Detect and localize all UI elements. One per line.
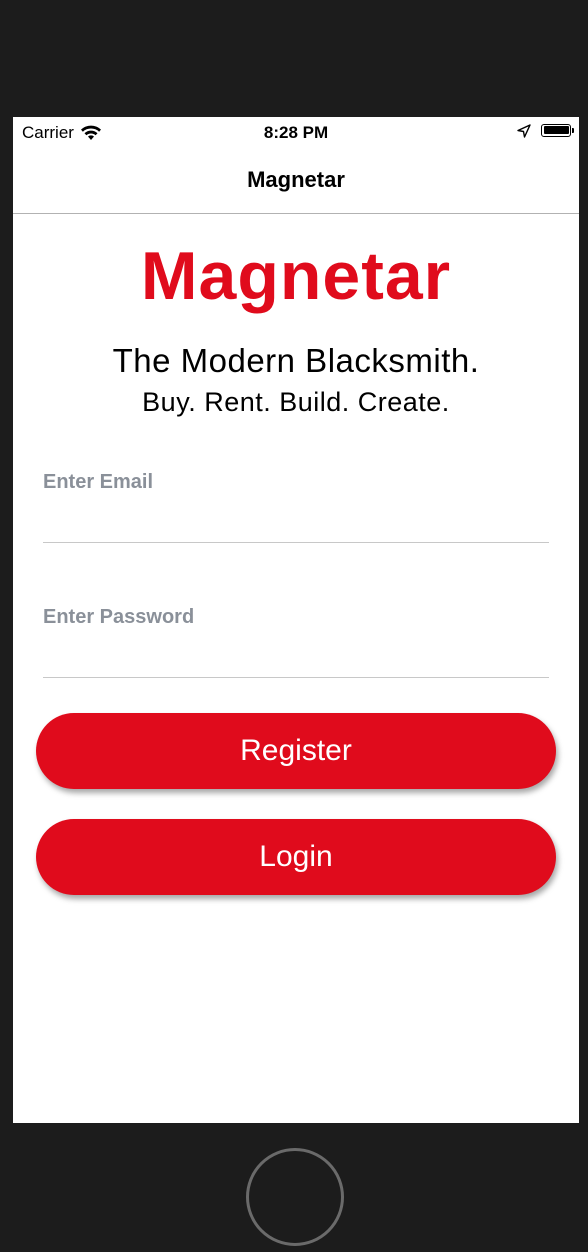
navigation-bar: Magnetar: [13, 147, 579, 214]
email-field[interactable]: [43, 462, 549, 502]
status-time: 8:28 PM: [263, 123, 329, 142]
register-button[interactable]: Register: [36, 713, 556, 789]
home-button[interactable]: [246, 1148, 344, 1246]
nav-title: Magnetar: [247, 167, 345, 192]
battery-icon: [541, 123, 574, 137]
password-field-container: [43, 597, 549, 678]
email-field-container: [43, 462, 549, 543]
password-field[interactable]: [43, 597, 549, 637]
login-button[interactable]: Login: [36, 819, 556, 895]
subtagline: Buy. Rent. Build. Create.: [142, 387, 450, 417]
status-bar: Carrier 8:28 PM: [13, 117, 579, 147]
device-frame: Carrier 8:28 PM Magnetar Magnetar The Mo…: [0, 0, 588, 1252]
location-icon: [517, 123, 531, 138]
brand-logo: Magnetar: [140, 238, 452, 314]
tagline: The Modern Blacksmith.: [112, 342, 480, 379]
app-screen: Carrier 8:28 PM Magnetar Magnetar The Mo…: [13, 117, 579, 1123]
status-right-group: [517, 123, 574, 138]
